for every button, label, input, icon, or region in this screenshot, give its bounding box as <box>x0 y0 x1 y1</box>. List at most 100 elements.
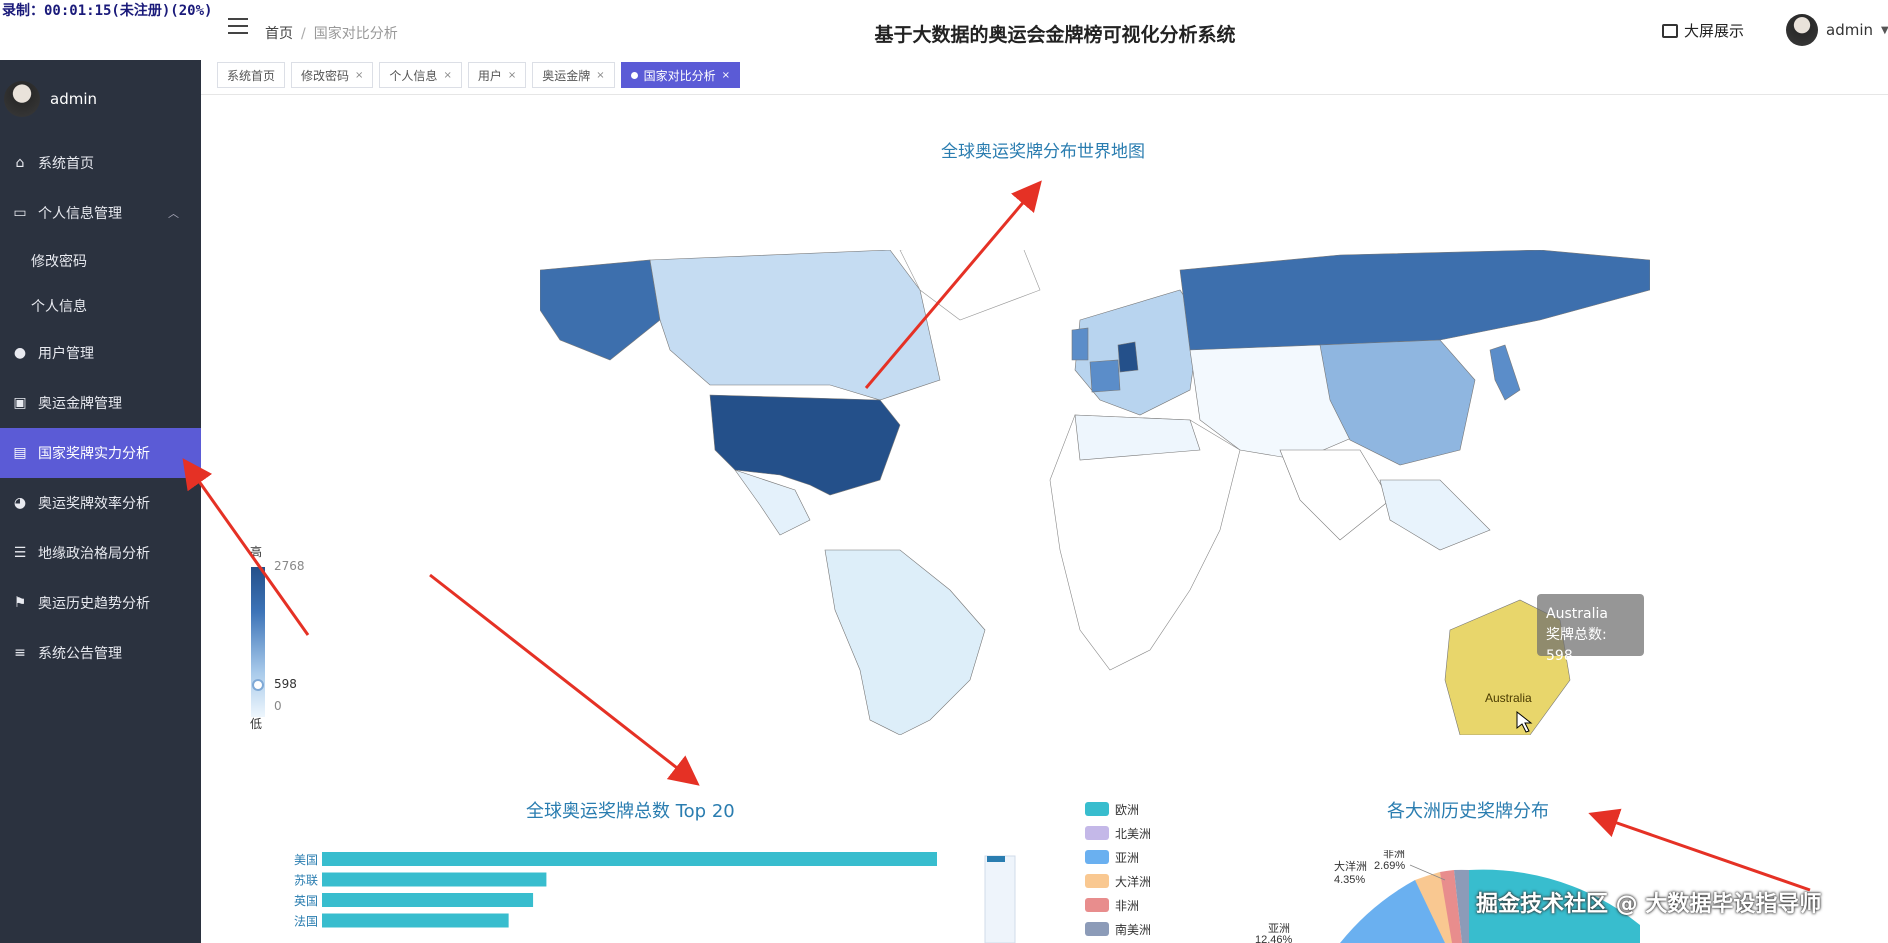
caret-down-icon: ▼ <box>1881 24 1888 36</box>
bar-chart-title: 全球奥运奖牌总数 Top 20 <box>526 801 735 822</box>
tab-label: 修改密码 <box>301 68 350 83</box>
map-region-germany <box>1117 341 1139 373</box>
legend-item[interactable]: 北美洲 <box>1085 821 1151 845</box>
pie-label-africa-name: 非洲 <box>1383 850 1405 860</box>
tab-bar: 系统首页 修改密码 × 个人信息 × 用户 × 奥运金牌 × 国家对比分析 × <box>217 62 741 88</box>
bigscreen-button[interactable]: 大屏展示 <box>1662 20 1744 41</box>
sidebar-item-label: 国家奖牌实力分析 <box>38 446 150 462</box>
visual-map-current: 598 <box>274 676 297 691</box>
monitor-icon <box>1662 23 1678 38</box>
world-map[interactable]: Australia <box>540 250 1650 735</box>
visual-map-max: 2768 <box>274 559 305 573</box>
sidebar-username: admin <box>50 90 97 108</box>
map-region-japan <box>1489 344 1521 401</box>
pie-legend: 欧洲 北美洲 亚洲 大洋洲 非洲 南美洲 <box>1085 797 1151 941</box>
legend-item[interactable]: 亚洲 <box>1085 845 1151 869</box>
visual-map-min: 0 <box>274 699 282 713</box>
bar-category-label: 苏联 <box>294 874 318 888</box>
legend-item[interactable]: 大洋洲 <box>1085 869 1151 893</box>
tab-medals[interactable]: 奥运金牌 × <box>532 62 615 88</box>
flag-icon: ⚑ <box>13 595 27 611</box>
sidebar-item-label: 个人信息管理 <box>38 206 122 222</box>
visual-map-handle[interactable] <box>252 678 264 691</box>
datazoom-handle[interactable] <box>987 856 1005 862</box>
sidebar-item-label: 个人信息 <box>31 298 87 315</box>
sidebar-item-home[interactable]: ⌂ 系统首页 <box>0 138 201 188</box>
legend-label: 非洲 <box>1115 898 1140 913</box>
visual-map-legend[interactable]: 高 2768 598 0 低 <box>246 543 326 733</box>
bar[interactable] <box>322 913 509 928</box>
legend-swatch <box>1085 826 1109 840</box>
tab-home[interactable]: 系统首页 <box>217 62 286 88</box>
home-icon: ⌂ <box>15 155 25 171</box>
sidebar-item-history-trend[interactable]: ⚑ 奥运历史趋势分析 <box>0 578 201 628</box>
bar-category-label: 英国 <box>294 894 318 908</box>
bar[interactable] <box>322 893 534 907</box>
bar[interactable] <box>322 872 547 887</box>
visual-map-low-label: 低 <box>250 717 263 731</box>
map-region-china <box>1319 339 1476 466</box>
sidebar-item-efficiency[interactable]: ◕ 奥运奖牌效率分析 <box>0 478 201 528</box>
pie-label-africa-value: 2.69% <box>1374 860 1405 872</box>
close-icon[interactable]: × <box>355 70 363 81</box>
legend-swatch <box>1085 850 1109 864</box>
sidebar-item-change-password[interactable]: 修改密码 <box>0 238 201 283</box>
sidebar-item-label: 修改密码 <box>31 253 87 270</box>
legend-item[interactable]: 欧洲 <box>1085 797 1151 821</box>
legend-label: 亚洲 <box>1115 850 1140 865</box>
list-icon: ≡ <box>14 645 26 661</box>
user-menu[interactable]: admin ▼ <box>1786 14 1888 46</box>
sidebar-item-label: 系统首页 <box>38 156 94 172</box>
close-icon[interactable]: × <box>596 70 604 81</box>
map-region-europe <box>1074 289 1201 416</box>
legend-label: 南美洲 <box>1115 922 1152 937</box>
map-region-label: Australia <box>1485 691 1532 705</box>
clipboard-icon: ▣ <box>13 395 27 411</box>
avatar <box>1786 14 1818 46</box>
sidebar-item-personal-info[interactable]: 个人信息 <box>0 283 201 328</box>
map-region-south-asia <box>1279 449 1391 541</box>
tab-personal-info[interactable]: 个人信息 × <box>379 62 462 88</box>
legend-swatch <box>1085 802 1109 816</box>
bigscreen-label: 大屏展示 <box>1684 22 1745 40</box>
sidebar-item-country-strength[interactable]: ▤ 国家奖牌实力分析 <box>0 428 201 478</box>
legend-item[interactable]: 非洲 <box>1085 893 1151 917</box>
close-icon[interactable]: × <box>443 70 451 81</box>
visual-map-gradient <box>251 567 265 717</box>
divider <box>201 94 1888 95</box>
datazoom-slider[interactable] <box>984 855 1016 943</box>
tooltip-country: Australia <box>1546 606 1608 622</box>
active-dot-icon <box>630 71 638 79</box>
map-region-se-asia <box>1379 479 1491 551</box>
bar-category-label: 美国 <box>294 853 318 867</box>
close-icon[interactable]: × <box>508 70 516 81</box>
sidebar-item-personal-info-mgmt[interactable]: ▭ 个人信息管理 ︿ <box>0 188 201 238</box>
bar-category-label: 法国 <box>294 915 318 929</box>
tab-users[interactable]: 用户 × <box>467 62 527 88</box>
tab-label: 个人信息 <box>389 68 438 83</box>
pie-label-oceania-name: 大洋洲 <box>1334 859 1367 873</box>
legend-swatch <box>1085 898 1109 912</box>
bar-chart[interactable]: 美国苏联英国法国 <box>280 852 1030 943</box>
tab-country-compare[interactable]: 国家对比分析 × <box>620 62 741 88</box>
user-icon: ● <box>13 345 27 361</box>
sidebar-item-geopolitics[interactable]: ☰ 地缘政治格局分析 <box>0 528 201 578</box>
tooltip-value: 奖牌总数: 598 <box>1546 627 1607 664</box>
legend-swatch <box>1085 874 1109 888</box>
sidebar-item-label: 奥运奖牌效率分析 <box>38 496 150 512</box>
map-region-usa <box>709 394 901 496</box>
close-icon[interactable]: × <box>722 70 730 81</box>
bar[interactable] <box>322 852 937 866</box>
map-region-uk <box>1071 327 1089 361</box>
sidebar-user: admin <box>0 60 201 138</box>
tab-change-password[interactable]: 修改密码 × <box>291 62 374 88</box>
sidebar-item-users[interactable]: ● 用户管理 <box>0 328 201 378</box>
sidebar-item-announcements[interactable]: ≡ 系统公告管理 <box>0 628 201 678</box>
sidebar-item-label: 系统公告管理 <box>38 646 122 662</box>
tab-label: 系统首页 <box>227 68 276 83</box>
pie-chart-title: 各大洲历史奖牌分布 <box>1387 801 1549 822</box>
legend-item[interactable]: 南美洲 <box>1085 917 1151 941</box>
sidebar-item-label: 奥运历史趋势分析 <box>38 596 150 612</box>
sidebar-item-medal-mgmt[interactable]: ▣ 奥运金牌管理 <box>0 378 201 428</box>
sidebar: admin ⌂ 系统首页 ▭ 个人信息管理 ︿ 修改密码 个人信息 ● 用户管理… <box>0 60 201 943</box>
